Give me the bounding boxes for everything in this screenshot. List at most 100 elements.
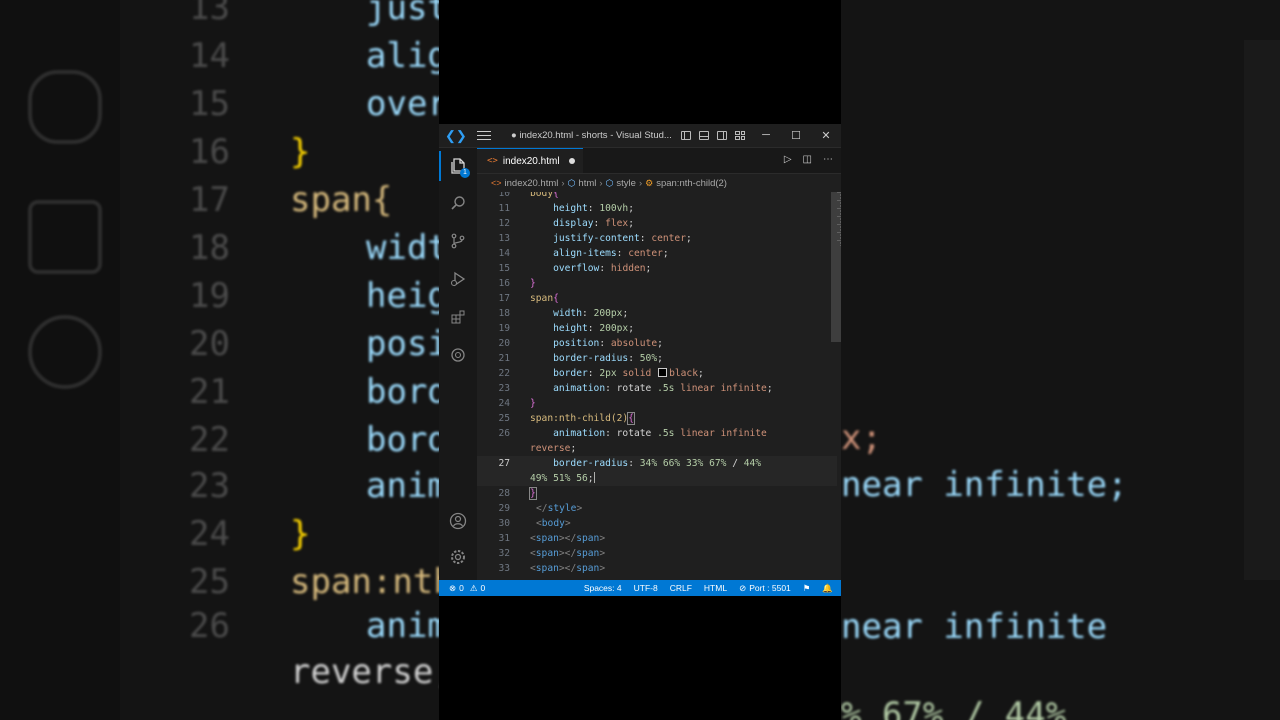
code-line[interactable]: 19 height: 200px;: [477, 321, 837, 336]
code-line[interactable]: 26 animation: rotate .5s linear infinite: [477, 426, 837, 441]
code-text: animation: rotate .5s linear infinite: [553, 428, 767, 439]
search-icon[interactable]: [439, 188, 477, 218]
code-line[interactable]: 16}: [477, 276, 837, 291]
code-line[interactable]: 18 width: 200px;: [477, 306, 837, 321]
code-line[interactable]: 27 border-radius: 34% 66% 33% 67% / 44%: [477, 456, 837, 471]
code-text: display: flex;: [553, 218, 634, 229]
live-server-status[interactable]: ⊘ Port : 5501: [733, 583, 797, 594]
breadcrumb-item[interactable]: style: [616, 178, 636, 189]
code-text: reverse;: [530, 443, 577, 454]
code-text: <body>: [536, 518, 571, 529]
code-line[interactable]: 13 justify-content: center;: [477, 231, 837, 246]
line-number: 31: [498, 533, 510, 544]
line-number: 16: [498, 278, 510, 289]
code-text: border: 2px solid black;: [553, 368, 704, 379]
code-line[interactable]: 24}: [477, 396, 837, 411]
encoding-status[interactable]: UTF-8: [628, 583, 664, 593]
breadcrumb-item[interactable]: html: [578, 178, 596, 189]
line-number: 25: [498, 413, 510, 424]
code-line[interactable]: 10 body{: [477, 192, 837, 201]
tab-index20-html[interactable]: <> index20.html: [477, 148, 583, 173]
code-line[interactable]: 15 overflow: hidden;: [477, 261, 837, 276]
breadcrumb-item[interactable]: index20.html: [505, 178, 559, 189]
code-line[interactable]: 12 display: flex;: [477, 216, 837, 231]
manage-gear-icon[interactable]: [439, 542, 477, 572]
menu-icon[interactable]: [477, 130, 491, 141]
code-line[interactable]: 32 <span></span>: [477, 546, 837, 561]
close-button[interactable]: ✕: [811, 129, 841, 142]
code-line[interactable]: 14 align-items: center;: [477, 246, 837, 261]
background-extensions-icon: [28, 200, 102, 274]
problems-status[interactable]: ⊗ 0 ⚠ 0: [439, 583, 491, 594]
notifications-bell-icon[interactable]: 🔔: [816, 583, 841, 594]
code-line[interactable]: reverse;: [477, 441, 837, 456]
code-line[interactable]: 31 <span></span>: [477, 531, 837, 546]
source-control-icon[interactable]: [439, 226, 477, 256]
html-file-icon: <>: [491, 178, 502, 188]
code-line[interactable]: 25 span:nth-child(2){: [477, 411, 837, 426]
toggle-primary-sidebar-icon[interactable]: [681, 131, 691, 140]
eol-status[interactable]: CRLF: [664, 583, 698, 593]
code-line[interactable]: 29 </style>: [477, 501, 837, 516]
background-code-fragment: heig: [366, 276, 439, 316]
background-line-number: 22: [189, 420, 230, 460]
code-line[interactable]: 49% 51% 56;: [477, 471, 837, 486]
code-line[interactable]: 23 animation: rotate .5s linear infinite…: [477, 381, 837, 396]
split-editor-icon[interactable]: ◫: [803, 154, 812, 165]
code-line[interactable]: 11 height: 100vh;: [477, 201, 837, 216]
background-line-number: 16: [189, 132, 230, 172]
editor-scrollbar[interactable]: [831, 192, 841, 342]
tab-label: index20.html: [502, 155, 560, 167]
explorer-icon[interactable]: 1: [439, 151, 477, 181]
code-line[interactable]: 21 border-radius: 50%;: [477, 351, 837, 366]
chevron-right-icon: ›: [599, 177, 603, 189]
error-icon: ⊗: [449, 582, 457, 593]
language-status[interactable]: HTML: [698, 583, 733, 593]
color-swatch[interactable]: [658, 368, 668, 377]
line-number: 26: [498, 428, 510, 439]
code-editor[interactable]: 10 body{11 height: 100vh; 12 display: flex…: [477, 192, 841, 580]
background-code-fragment: bord: [366, 420, 439, 460]
maximize-button[interactable]: ☐: [781, 129, 811, 142]
background-code-fragment: anim: [366, 466, 439, 506]
background-code-fragment: bord: [366, 372, 439, 412]
toggle-secondary-sidebar-icon[interactable]: [717, 131, 727, 140]
more-actions-icon[interactable]: ⋯: [823, 154, 833, 165]
code-line[interactable]: 30 <body>: [477, 516, 837, 531]
line-number: 30: [498, 518, 510, 529]
run-debug-icon[interactable]: [439, 264, 477, 294]
breadcrumb-item[interactable]: span:nth-child(2): [656, 178, 727, 189]
code-text: height: 100vh;: [553, 203, 634, 214]
background-line-number: 26: [189, 606, 230, 646]
background-code-fragment: span{: [290, 180, 393, 220]
background-line-number: 18: [189, 228, 230, 268]
indentation-status[interactable]: Spaces: 4: [578, 583, 628, 593]
error-count: 0: [459, 583, 464, 593]
background-code-fragment: }: [290, 132, 311, 172]
code-line[interactable]: 17 span{: [477, 291, 837, 306]
line-number: 22: [498, 368, 510, 379]
feedback-icon[interactable]: ⚑: [797, 583, 817, 594]
code-line[interactable]: 28}: [477, 486, 837, 501]
code-text: border-radius: 50%;: [553, 353, 663, 364]
background-code-fragment: near infinite: [841, 607, 1108, 647]
window-title: ● index20.html - shorts - Visual Stud...: [511, 130, 671, 141]
code-line[interactable]: 22 border: 2px solid black;: [477, 366, 837, 381]
background-code-fragment: reverse;: [290, 652, 439, 692]
line-number: 11: [498, 203, 510, 214]
run-icon[interactable]: ▷: [784, 154, 792, 165]
code-line[interactable]: 33 <span></span>: [477, 561, 837, 576]
code-text: 49% 51% 56;: [530, 472, 595, 484]
chatgpt-icon[interactable]: [439, 340, 477, 370]
unsaved-dot-icon[interactable]: [569, 158, 575, 164]
html-file-icon: <>: [487, 156, 498, 166]
extensions-icon[interactable]: [439, 302, 477, 332]
background-line-number: 23: [189, 466, 230, 506]
line-number: 19: [498, 323, 510, 334]
status-bar: ⊗ 0 ⚠ 0 Spaces: 4 UTF-8 CRLF HTML ⊘ Port…: [439, 580, 841, 596]
toggle-panel-icon[interactable]: [699, 131, 709, 140]
accounts-icon[interactable]: [439, 506, 477, 536]
minimize-button[interactable]: ─: [751, 129, 781, 142]
customize-layout-icon[interactable]: [735, 131, 745, 140]
code-line[interactable]: 20 position: absolute;: [477, 336, 837, 351]
